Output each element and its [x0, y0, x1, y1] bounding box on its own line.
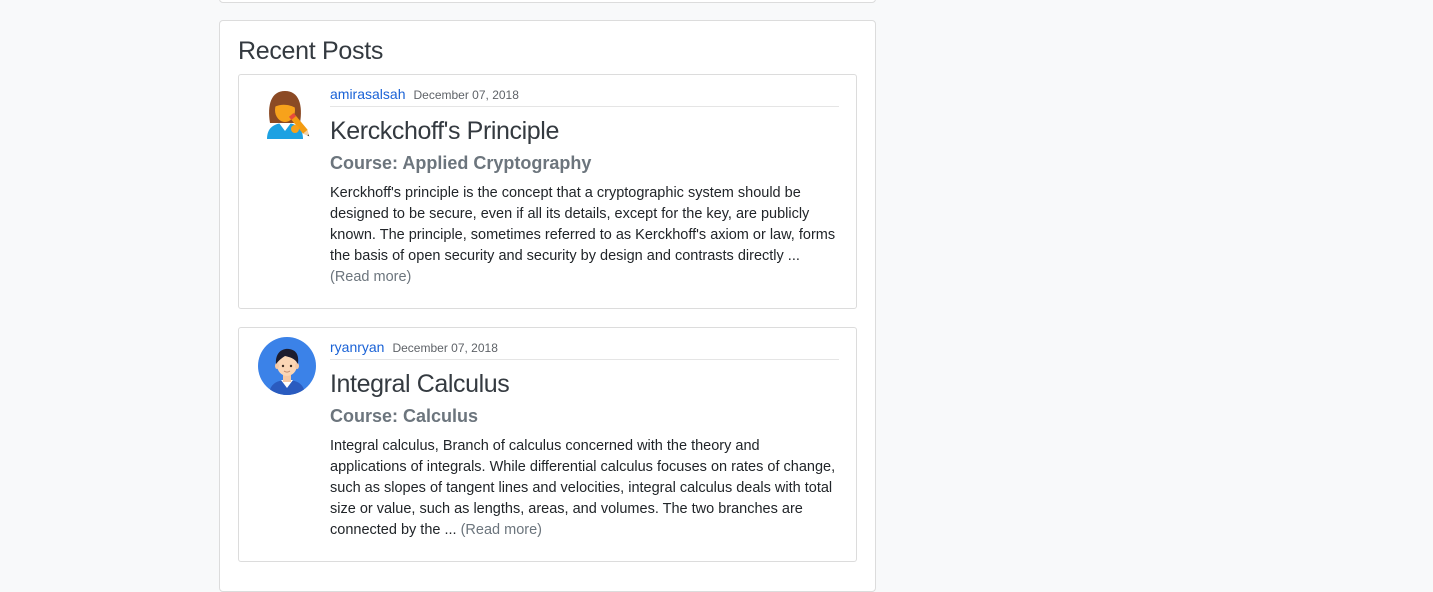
post-excerpt-text: Kerckhoff's principle is the concept tha… [330, 185, 836, 264]
previous-card [219, 0, 876, 3]
post-date: December 07, 2018 [392, 341, 498, 355]
woman-writer-avatar-icon [257, 83, 317, 143]
post-course: Course: Calculus [330, 406, 479, 426]
man-avatar-icon [257, 336, 317, 396]
man-avatar-icon-svg [258, 337, 316, 395]
section-title: Recent Posts [238, 37, 384, 65]
post-excerpt-text: Integral calculus, Branch of calculus co… [330, 438, 836, 538]
post-excerpt: Kerckhoff's principle is the concept tha… [330, 183, 839, 288]
post-course: Course: Applied Cryptography [330, 153, 592, 173]
post-card: ryanryan December 07, 2018 Integral Calcu… [238, 327, 857, 562]
post-body: amirasalsah December 07, 2018 Kerckchoff'… [330, 86, 839, 288]
author-link[interactable]: amirasalsah [330, 86, 405, 102]
read-more-link[interactable]: (Read more) [330, 269, 411, 285]
post-meta: ryanryan December 07, 2018 [330, 339, 839, 360]
post-title[interactable]: Integral Calculus [330, 369, 839, 399]
read-more-link[interactable]: (Read more) [461, 522, 542, 538]
post-title[interactable]: Kerckchoff's Principle [330, 116, 839, 146]
post-meta: amirasalsah December 07, 2018 [330, 86, 839, 107]
recent-posts-section: Recent Posts amirasalsah December 07, 20… [219, 20, 876, 592]
woman-writer-avatar-icon-svg [267, 91, 310, 139]
post-date: December 07, 2018 [413, 88, 519, 102]
post-card: amirasalsah December 07, 2018 Kerckchoff'… [238, 74, 857, 309]
post-excerpt: Integral calculus, Branch of calculus co… [330, 436, 839, 541]
post-body: ryanryan December 07, 2018 Integral Calcu… [330, 339, 839, 541]
author-link[interactable]: ryanryan [330, 339, 384, 355]
